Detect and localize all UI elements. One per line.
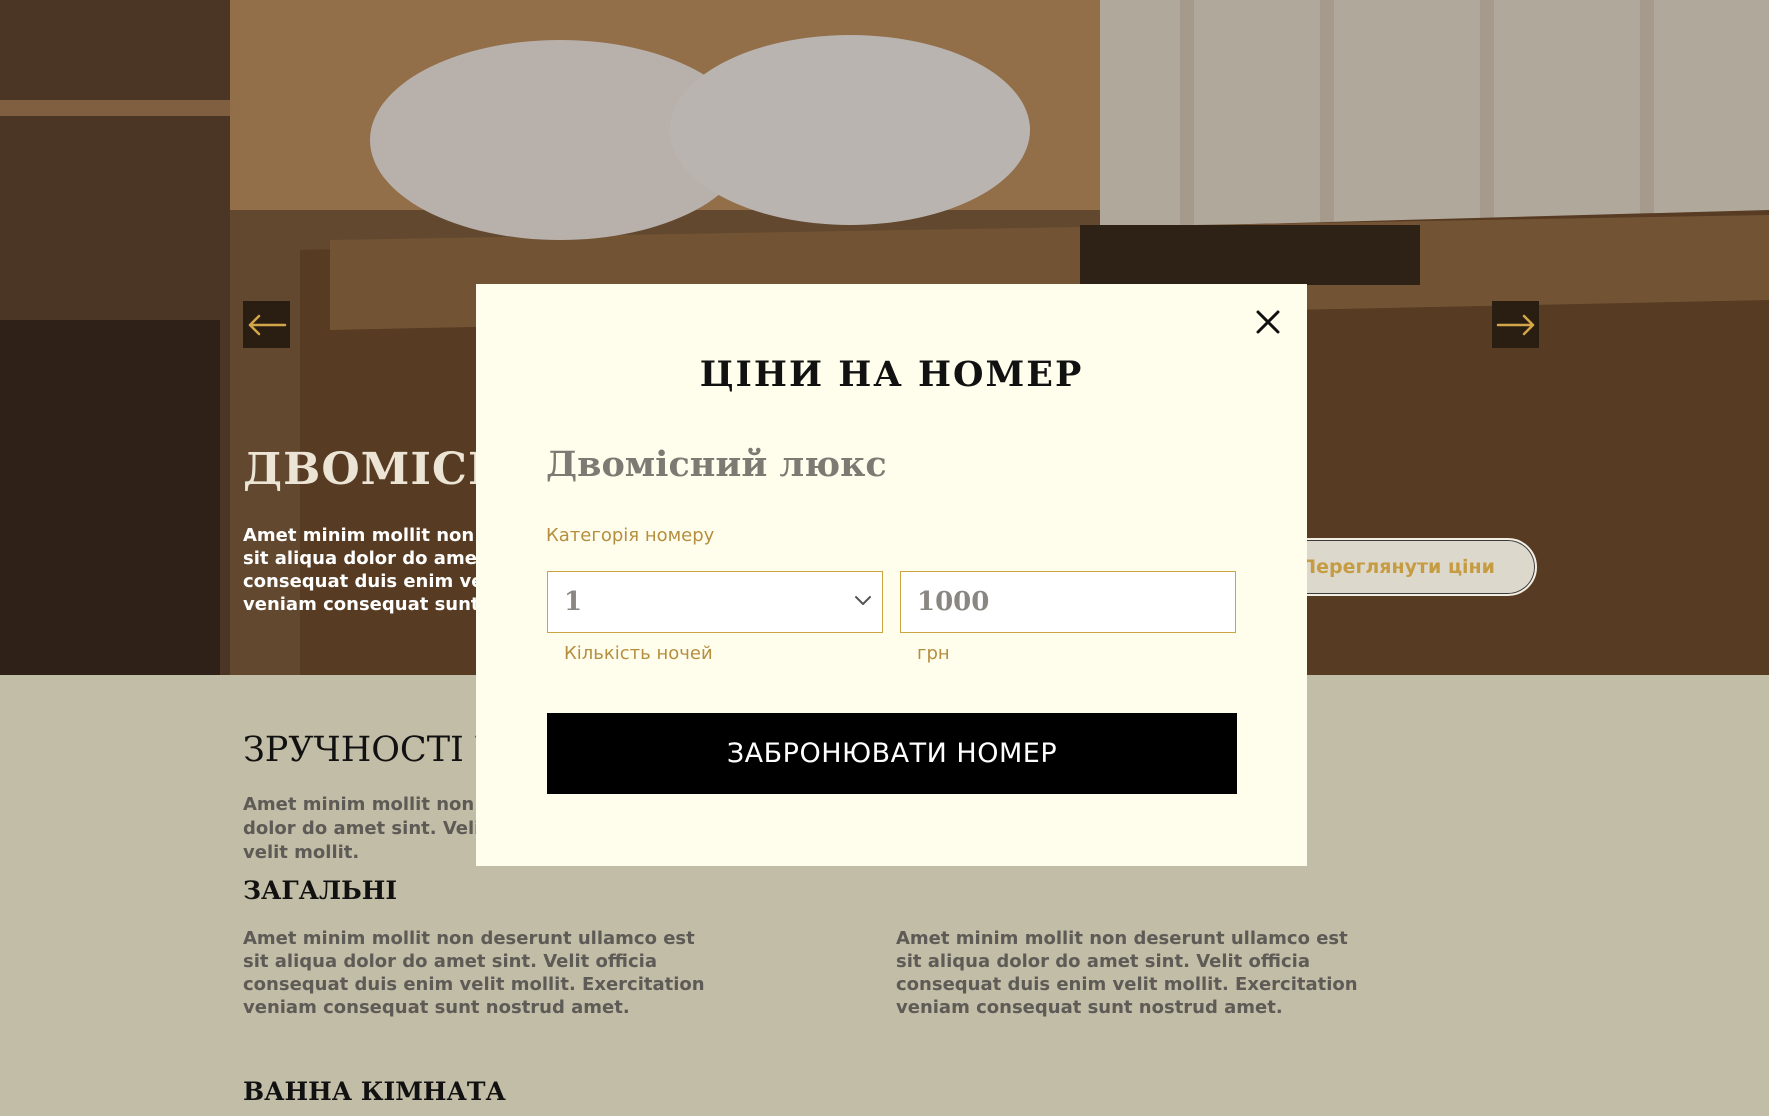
price-hint: грн <box>917 643 950 664</box>
category-label: Категорія номеру <box>546 525 715 546</box>
price-value: 1000 <box>917 587 990 617</box>
room-name: Двомісний люкс <box>546 444 887 485</box>
chevron-down-icon <box>855 596 871 605</box>
nights-hint: Кількість ночей <box>564 643 713 664</box>
room-prices-modal: ЦІНИ НА НОМЕР Двомісний люкс Категорія н… <box>476 284 1307 866</box>
modal-title: ЦІНИ НА НОМЕР <box>699 354 1084 395</box>
close-icon[interactable] <box>1254 308 1282 336</box>
nights-select[interactable]: 1 <box>547 571 883 633</box>
nights-value: 1 <box>564 587 583 617</box>
book-room-button[interactable]: ЗАБРОНЮВАТИ НОМЕР <box>547 713 1237 794</box>
price-field[interactable]: 1000 <box>900 571 1236 633</box>
